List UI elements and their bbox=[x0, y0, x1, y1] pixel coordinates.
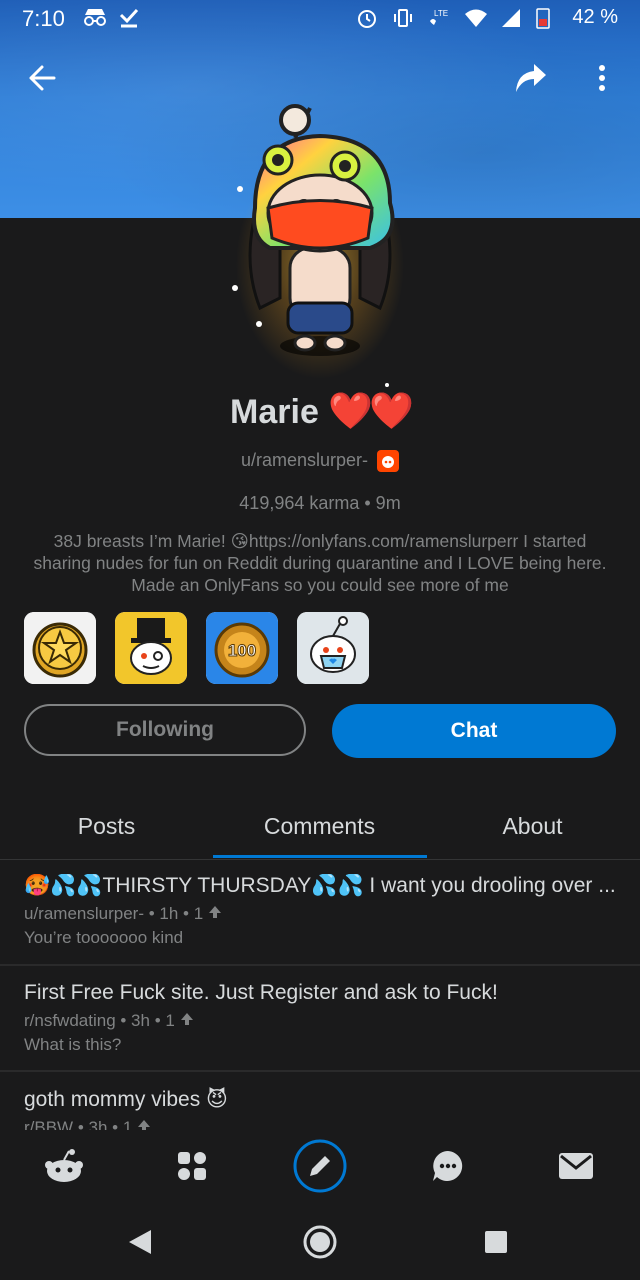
tab-comments[interactable]: Comments bbox=[213, 800, 426, 856]
alarm-icon bbox=[356, 7, 378, 29]
communities-icon bbox=[176, 1150, 208, 1187]
avatar bbox=[210, 98, 430, 388]
upvote-icon bbox=[180, 1011, 194, 1030]
system-nav-bar bbox=[0, 1206, 640, 1280]
comment-post-title: 🥵💦💦THIRSTY THURSDAY💦💦 I want you droolin… bbox=[24, 874, 616, 897]
back-triangle-icon bbox=[127, 1228, 153, 1261]
nav-create-post[interactable] bbox=[280, 1130, 360, 1206]
comment-meta: r/nsfwdating • 3h • 1 bbox=[24, 1011, 616, 1031]
upvote-icon bbox=[208, 904, 222, 923]
volte-icon: LTE bbox=[428, 7, 450, 29]
home-snoo-icon bbox=[44, 1148, 84, 1188]
karma-age: 419,964 karma • 9m bbox=[239, 493, 401, 513]
battery-percent: 42 % bbox=[572, 6, 618, 28]
arrow-left-icon bbox=[27, 63, 57, 98]
vibrate-icon bbox=[392, 7, 414, 29]
share-icon bbox=[512, 62, 548, 99]
system-recents-button[interactable] bbox=[474, 1222, 518, 1266]
nav-inbox[interactable] bbox=[536, 1130, 616, 1206]
name-emoji: ❤️❤️ bbox=[328, 390, 414, 431]
system-back-button[interactable] bbox=[118, 1222, 162, 1266]
top-hat-snoo-trophy[interactable] bbox=[115, 612, 187, 684]
comment-body: What is this? bbox=[24, 1035, 122, 1054]
svg-text:100: 100 bbox=[228, 641, 256, 660]
tab-posts[interactable]: Posts bbox=[0, 800, 213, 856]
recents-square-icon bbox=[483, 1229, 509, 1260]
comment-item[interactable]: 🥵💦💦THIRSTY THURSDAY💦💦 I want you droolin… bbox=[0, 874, 640, 948]
more-options-button[interactable] bbox=[578, 56, 626, 104]
display-name: Marie bbox=[230, 393, 319, 431]
inbox-icon bbox=[558, 1152, 594, 1185]
profile-bio: 38J breasts I’m Marie! 😘https://onlyfans… bbox=[33, 531, 607, 595]
signal-icon bbox=[500, 7, 522, 29]
display-name-row: Marie ❤️❤️ bbox=[0, 390, 640, 432]
trophy-case: 100 bbox=[24, 612, 369, 684]
tabs-divider bbox=[0, 859, 640, 860]
status-bar: 7:10 LTE 42 % bbox=[0, 0, 640, 38]
incognito-icon bbox=[82, 6, 106, 28]
masked-snoo-trophy[interactable] bbox=[297, 612, 369, 684]
comment-item[interactable]: First Free Fuck site. Just Register and … bbox=[0, 981, 640, 1055]
create-post-icon bbox=[292, 1138, 348, 1199]
system-home-button[interactable] bbox=[298, 1222, 342, 1266]
snoo-flair-icon bbox=[377, 450, 400, 473]
gold-star-coin-trophy[interactable] bbox=[24, 612, 96, 684]
chat-button[interactable]: Chat bbox=[332, 704, 616, 758]
profile-tabs: Posts Comments About bbox=[0, 800, 640, 860]
comment-post-title: First Free Fuck site. Just Register and … bbox=[24, 981, 498, 1004]
comment-body: You’re tooooooo kind bbox=[24, 928, 184, 947]
wifi-icon bbox=[464, 7, 488, 29]
chat-icon bbox=[431, 1149, 465, 1188]
share-button[interactable] bbox=[506, 56, 554, 104]
home-circle-icon bbox=[302, 1224, 338, 1265]
nav-home[interactable] bbox=[24, 1130, 104, 1206]
following-button[interactable]: Following bbox=[24, 704, 306, 756]
svg-text:LTE: LTE bbox=[434, 9, 448, 18]
download-done-icon bbox=[118, 6, 140, 28]
comment-post-title: goth mommy vibes 😈 bbox=[24, 1088, 228, 1111]
tab-about[interactable]: About bbox=[426, 800, 639, 856]
list-divider bbox=[0, 1070, 640, 1072]
back-button[interactable] bbox=[18, 56, 66, 104]
comment-meta: u/ramenslurper- • 1h • 1 bbox=[24, 904, 616, 924]
100-medal-trophy[interactable]: 100 bbox=[206, 612, 278, 684]
nav-communities[interactable] bbox=[152, 1130, 232, 1206]
battery-icon bbox=[536, 7, 558, 29]
active-tab-indicator bbox=[213, 855, 427, 858]
list-divider bbox=[0, 964, 640, 966]
nav-chat[interactable] bbox=[408, 1130, 488, 1206]
username: u/ramenslurper- bbox=[240, 450, 369, 470]
more-vertical-icon bbox=[598, 64, 606, 97]
status-time: 7:10 bbox=[22, 6, 65, 31]
bottom-nav-bar bbox=[0, 1130, 640, 1206]
username-row: u/ramenslurper- bbox=[0, 450, 640, 473]
